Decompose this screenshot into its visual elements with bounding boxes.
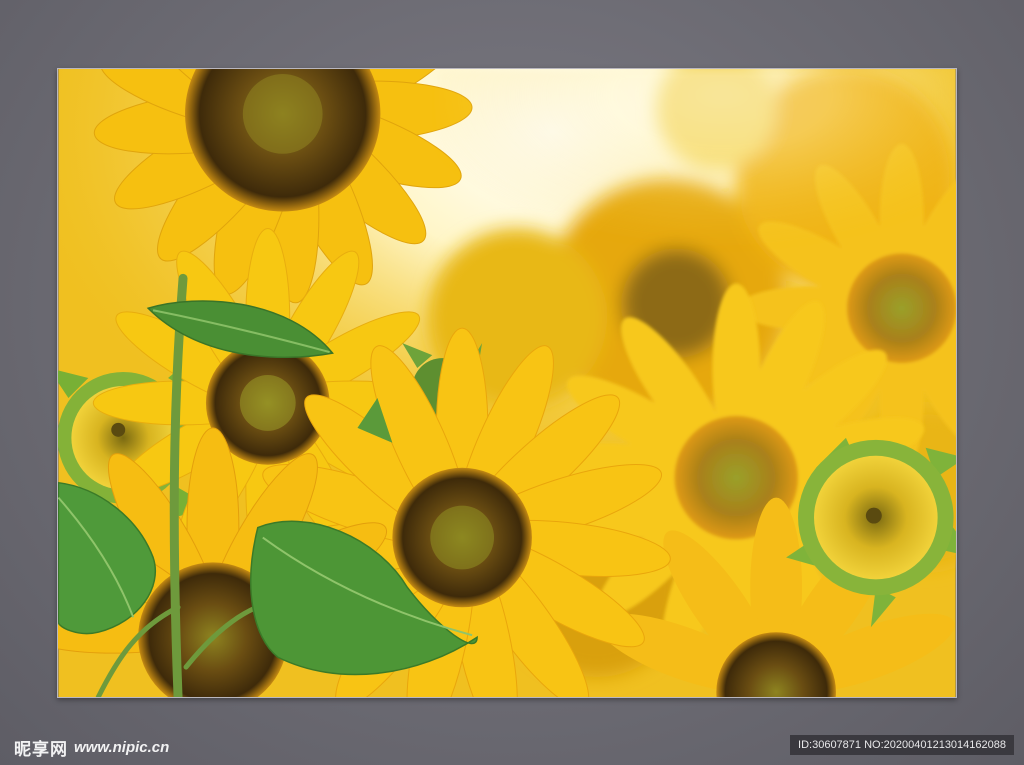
watermark-logo-text: 昵享网 xyxy=(14,739,68,760)
watermark-logo: 昵享网 www.nipic.cn xyxy=(14,734,169,760)
sunflower-photo-frame xyxy=(57,68,957,698)
image-id-label: ID:30607871 NO:20200401213014162088 xyxy=(790,735,1014,755)
light-haze xyxy=(437,69,956,329)
sunflower-photo xyxy=(58,69,956,697)
watermark-site-url: www.nipic.cn xyxy=(74,738,170,756)
